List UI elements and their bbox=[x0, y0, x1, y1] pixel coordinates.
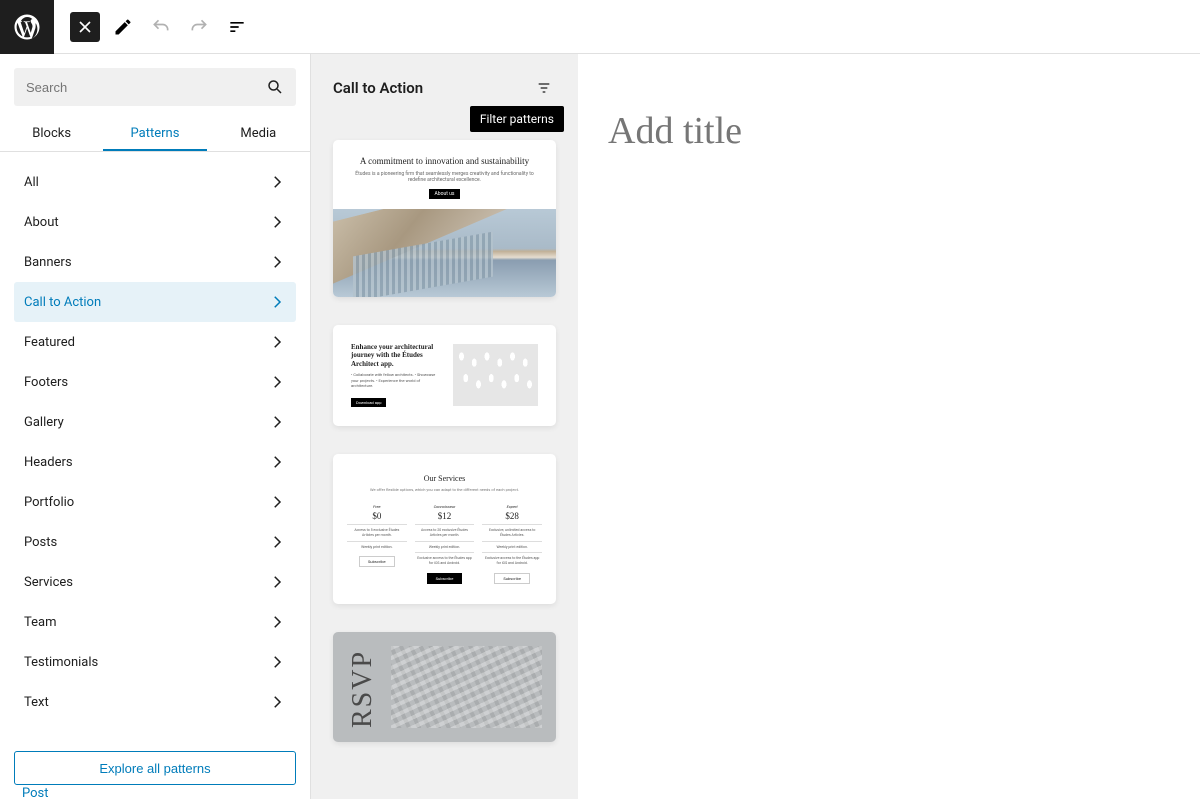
pattern-2-title: Enhance your architectural journey with … bbox=[351, 343, 443, 368]
filter-patterns-button[interactable] bbox=[532, 76, 556, 100]
chevron-right-icon bbox=[268, 213, 286, 231]
category-text[interactable]: Text bbox=[14, 682, 296, 722]
close-icon bbox=[75, 17, 95, 37]
chevron-right-icon bbox=[268, 573, 286, 591]
post-link[interactable]: Post bbox=[22, 786, 49, 799]
search-box[interactable] bbox=[14, 68, 296, 106]
category-portfolio[interactable]: Portfolio bbox=[14, 482, 296, 522]
pattern-3-subtitle: We offer flexible options, which you can… bbox=[347, 487, 542, 492]
tab-patterns[interactable]: Patterns bbox=[103, 114, 206, 151]
pattern-3-title: Our Services bbox=[347, 474, 542, 483]
redo-button[interactable] bbox=[184, 12, 214, 42]
chevron-right-icon bbox=[268, 613, 286, 631]
top-toolbar bbox=[0, 0, 1200, 54]
pattern-2-bullets: • Collaborate with fellow architects. • … bbox=[351, 372, 443, 389]
category-gallery[interactable]: Gallery bbox=[14, 402, 296, 442]
chevron-right-icon bbox=[268, 413, 286, 431]
pattern-4-rsvp-text: RSVP bbox=[347, 646, 379, 728]
category-testimonials[interactable]: Testimonials bbox=[14, 642, 296, 682]
chevron-right-icon bbox=[268, 253, 286, 271]
search-icon bbox=[266, 78, 284, 96]
pattern-preview-2[interactable]: Enhance your architectural journey with … bbox=[333, 325, 556, 426]
filter-icon bbox=[536, 80, 552, 96]
category-headers[interactable]: Headers bbox=[14, 442, 296, 482]
pattern-4-image bbox=[391, 646, 542, 728]
inserter-tabs: Blocks Patterns Media bbox=[0, 114, 310, 152]
pricing-col-2: Connoisseur $12 Access to 20 exclusive É… bbox=[415, 504, 475, 584]
editor-canvas[interactable]: Add title bbox=[578, 54, 1200, 799]
chevron-right-icon bbox=[268, 173, 286, 191]
pattern-preview-list[interactable]: A commitment to innovation and sustainab… bbox=[311, 110, 578, 799]
pattern-preview-4[interactable]: RSVP bbox=[333, 632, 556, 742]
pricing-col-1: Free $0 Access to 5 exclusive Études Art… bbox=[347, 504, 407, 584]
category-services[interactable]: Services bbox=[14, 562, 296, 602]
pattern-1-subtitle: Études is a pioneering firm that seamles… bbox=[353, 171, 536, 184]
undo-button[interactable] bbox=[146, 12, 176, 42]
explore-all-patterns-button[interactable]: Explore all patterns bbox=[14, 751, 296, 785]
chevron-right-icon bbox=[268, 493, 286, 511]
wordpress-logo[interactable] bbox=[0, 0, 54, 54]
pencil-icon bbox=[113, 17, 133, 37]
toolbar-buttons bbox=[54, 12, 260, 42]
list-icon bbox=[227, 17, 247, 37]
pattern-preview-3[interactable]: Our Services We offer flexible options, … bbox=[333, 454, 556, 604]
chevron-right-icon bbox=[268, 293, 286, 311]
category-call-to-action[interactable]: Call to Action bbox=[14, 282, 296, 322]
main-layout: Blocks Patterns Media All About Banners … bbox=[0, 54, 1200, 799]
undo-icon bbox=[151, 17, 171, 37]
pattern-1-button: About us bbox=[429, 189, 461, 199]
category-about[interactable]: About bbox=[14, 202, 296, 242]
inserter-panel: Blocks Patterns Media All About Banners … bbox=[0, 54, 311, 799]
close-inserter-button[interactable] bbox=[70, 12, 100, 42]
tab-media[interactable]: Media bbox=[207, 114, 310, 151]
pattern-category-title: Call to Action bbox=[333, 79, 423, 97]
category-banners[interactable]: Banners bbox=[14, 242, 296, 282]
chevron-right-icon bbox=[268, 333, 286, 351]
pricing-col-3: Expert $28 Exclusive, unlimited access t… bbox=[482, 504, 542, 584]
document-overview-button[interactable] bbox=[222, 12, 252, 42]
wordpress-icon bbox=[12, 12, 42, 42]
redo-icon bbox=[189, 17, 209, 37]
category-all[interactable]: All bbox=[14, 162, 296, 202]
chevron-right-icon bbox=[268, 453, 286, 471]
search-input[interactable] bbox=[26, 80, 246, 95]
edit-button[interactable] bbox=[108, 12, 138, 42]
category-team[interactable]: Team bbox=[14, 602, 296, 642]
category-posts[interactable]: Posts bbox=[14, 522, 296, 562]
pattern-1-title: A commitment to innovation and sustainab… bbox=[353, 156, 536, 167]
pattern-preview-1[interactable]: A commitment to innovation and sustainab… bbox=[333, 140, 556, 297]
pattern-1-image bbox=[333, 209, 556, 297]
category-footers[interactable]: Footers bbox=[14, 362, 296, 402]
chevron-right-icon bbox=[268, 693, 286, 711]
pattern-2-button: Download app bbox=[351, 398, 386, 407]
pattern-previews-panel: Call to Action Filter patterns A commitm… bbox=[311, 54, 578, 799]
tab-blocks[interactable]: Blocks bbox=[0, 114, 103, 151]
filter-tooltip: Filter patterns bbox=[470, 106, 564, 132]
chevron-right-icon bbox=[268, 373, 286, 391]
pattern-2-image bbox=[453, 344, 538, 406]
post-title-placeholder[interactable]: Add title bbox=[608, 109, 1170, 153]
pattern-category-list: All About Banners Call to Action Feature… bbox=[0, 152, 310, 737]
chevron-right-icon bbox=[268, 533, 286, 551]
category-featured[interactable]: Featured bbox=[14, 322, 296, 362]
chevron-right-icon bbox=[268, 653, 286, 671]
